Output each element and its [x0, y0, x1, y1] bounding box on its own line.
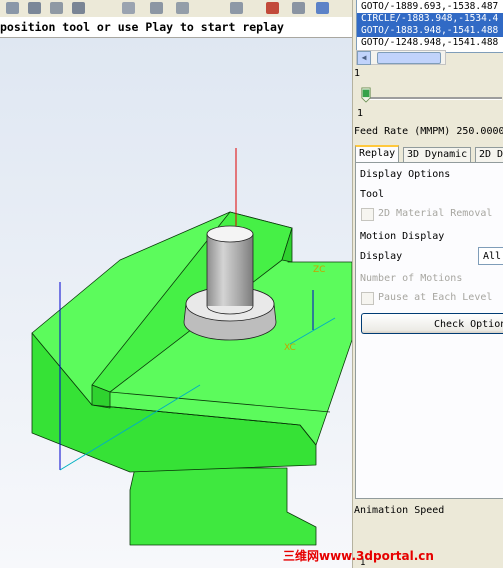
status-prompt: position tool or use Play to start repla…	[0, 17, 352, 38]
check-options-button[interactable]: Check Options	[361, 313, 503, 334]
toolbar-icon[interactable]	[150, 2, 163, 14]
graphics-viewport[interactable]: ZC XC	[0, 38, 352, 568]
display-dropdown[interactable]: All	[478, 247, 503, 265]
toolbar-icon[interactable]	[6, 2, 19, 14]
toolbar-icon[interactable]	[230, 2, 243, 14]
tool-path-listbox[interactable]: GOTO/-1889.693,-1538.487 CIRCLE/-1883.94…	[356, 0, 503, 53]
toolbar-icon[interactable]	[292, 2, 305, 14]
list-item[interactable]: GOTO/-1889.693,-1538.487	[357, 1, 503, 13]
pause-each-level-label: Pause at Each Level	[378, 292, 493, 303]
replay-slider-track[interactable]	[365, 97, 502, 100]
display-options-heading: Display Options	[360, 169, 451, 180]
motion-display-heading: Motion Display	[360, 231, 445, 242]
pause-each-level-checkbox[interactable]	[361, 292, 374, 305]
toolbar-icon[interactable]	[72, 2, 85, 14]
list-item[interactable]: GOTO/-1248.948,-1541.488	[357, 37, 503, 49]
slider-thumb-icon[interactable]	[361, 86, 371, 104]
tab-2d-dynamic[interactable]: 2D D	[475, 147, 503, 162]
scroll-left-icon[interactable]: ◀	[357, 51, 371, 65]
zc-axis-label: ZC	[313, 265, 325, 275]
watermark-text: 三维网www.3dportal.cn	[283, 549, 434, 563]
number-of-motions-label: Number of Motions	[360, 273, 463, 284]
toolbar-icon[interactable]	[176, 2, 189, 14]
scroll-thumb[interactable]	[377, 52, 441, 64]
toolbar-icon[interactable]	[316, 2, 329, 14]
toolbar-icon[interactable]	[28, 2, 41, 14]
toolbar-icon[interactable]	[50, 2, 63, 14]
material-removal-checkbox[interactable]	[361, 208, 374, 221]
feed-rate-label: Feed Rate (MMPM) 250.0000	[354, 126, 503, 137]
list-position-value: 1	[354, 68, 361, 79]
xc-axis-label: XC	[284, 343, 296, 353]
tab-strip: Replay 3D Dynamic 2D D	[355, 145, 503, 164]
material-removal-label: 2D Material Removal	[378, 208, 493, 219]
toolbar-icon[interactable]	[122, 2, 135, 14]
list-horizontal-scrollbar[interactable]: ◀	[356, 50, 446, 65]
toolbar-icon[interactable]	[266, 2, 279, 14]
tool-label: Tool	[360, 189, 385, 200]
list-item-selected[interactable]: GOTO/-1883.948,-1541.488	[357, 25, 503, 37]
toolbar	[0, 0, 352, 18]
slider-value: 1	[357, 108, 364, 119]
list-item-selected[interactable]: CIRCLE/-1883.948,-1534.4	[357, 13, 503, 25]
animation-speed-label: Animation Speed	[354, 505, 445, 516]
part-model: ZC XC	[0, 38, 352, 568]
tab-3d-dynamic[interactable]: 3D Dynamic	[403, 147, 472, 162]
display-label: Display	[360, 251, 403, 262]
